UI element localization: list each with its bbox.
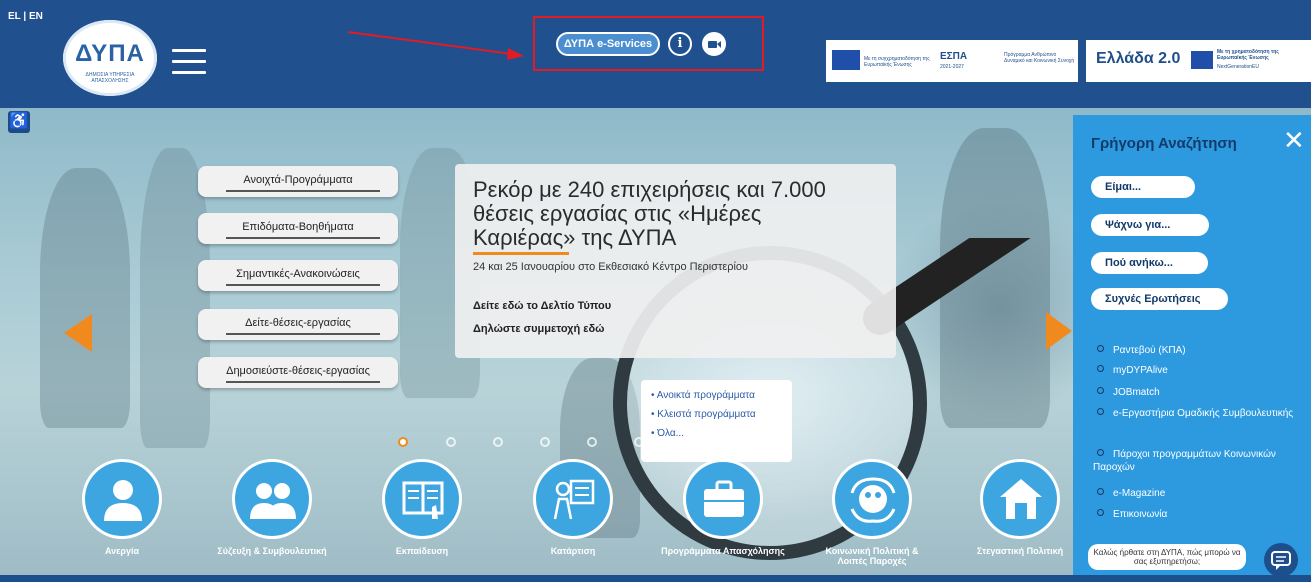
person-icon[interactable] xyxy=(82,459,162,539)
info-icon[interactable]: i xyxy=(668,32,692,56)
espa-sponsor-banner[interactable]: Με τη συγχρηματοδότηση της Ευρωπαϊκής Έν… xyxy=(826,40,1078,82)
where-i-belong-button[interactable]: Πού ανήκω... xyxy=(1091,252,1208,274)
menu-view-jobs[interactable]: Δείτε-θέσεις-εργασίας xyxy=(198,309,398,340)
house-icon[interactable] xyxy=(980,459,1060,539)
greece2-logo: Ελλάδα 2.0 xyxy=(1096,50,1181,67)
slider-prev-arrow-icon[interactable] xyxy=(64,314,94,354)
category-label[interactable]: Εκπαίδευση xyxy=(342,546,502,556)
news-title[interactable]: Ρεκόρ με 240 επιχειρήσεις και 7.000 θέσε… xyxy=(473,178,843,250)
quick-link[interactable]: e-Εργαστήρια Ομαδικής Συμβουλευτικής xyxy=(1093,407,1303,420)
news-subtitle: 24 και 25 Ιανουαρίου στο Εκθεσιακό Κέντρ… xyxy=(473,261,749,273)
slider-next-arrow-icon[interactable] xyxy=(1046,312,1074,352)
quick-search-panel: Γρήγορη Αναζήτηση ✕ Είμαι... Ψάχνω για..… xyxy=(1073,115,1311,575)
program-text: Πρόγραμμα Ανθρώπινο Δυναμικό και Κοινωνι… xyxy=(1004,52,1075,64)
press-release-link[interactable]: Δείτε εδώ το Δελτίο Τύπου xyxy=(473,300,611,312)
category-label[interactable]: Προγράμματα Απασχόλησης xyxy=(643,546,803,556)
espa-logo: ΕΣΠΑ xyxy=(940,51,968,62)
looking-for-button[interactable]: Ψάχνω για... xyxy=(1091,214,1209,236)
espa-years: 2021-2027 xyxy=(940,64,964,70)
chat-icon[interactable] xyxy=(1264,543,1298,577)
book-icon[interactable] xyxy=(382,459,462,539)
people-icon[interactable] xyxy=(232,459,312,539)
faq-button[interactable]: Συχνές Ερωτήσεις xyxy=(1091,288,1228,310)
quick-link[interactable]: myDYPAlive xyxy=(1097,364,1307,377)
news-card: Ρεκόρ με 240 επιχειρήσεις και 7.000 θέσε… xyxy=(455,164,896,358)
slider-dot[interactable] xyxy=(446,437,456,447)
family-hands-icon[interactable] xyxy=(832,459,912,539)
quick-link[interactable]: JOBmatch xyxy=(1097,386,1307,399)
slider-dot[interactable] xyxy=(493,437,503,447)
dropdown-open-programs[interactable]: • Ανοικτά προγράμματα xyxy=(651,390,755,401)
chat-bubble[interactable]: Καλώς ήρθατε στη ΔΥΠΑ, πώς μπορώ να σας … xyxy=(1088,544,1246,570)
i-am-button[interactable]: Είμαι... xyxy=(1091,176,1195,198)
slider-dot[interactable] xyxy=(634,437,644,447)
presentation-icon[interactable] xyxy=(533,459,613,539)
dropdown-closed-programs[interactable]: • Κλειστά προγράμματα xyxy=(651,409,756,420)
quick-link[interactable]: e-Magazine xyxy=(1097,487,1307,500)
programs-dropdown: • Ανοικτά προγράμματα • Κλειστά προγράμμ… xyxy=(641,380,792,462)
quick-link[interactable]: Ραντεβού (ΚΠΑ) xyxy=(1097,344,1307,357)
slider-dot[interactable] xyxy=(540,437,550,447)
menu-post-jobs[interactable]: Δημοσιεύστε-θέσεις-εργασίας xyxy=(198,357,398,388)
close-icon[interactable]: ✕ xyxy=(1283,127,1305,153)
category-label[interactable]: Κατάρτιση xyxy=(493,546,653,556)
video-camera-icon[interactable] xyxy=(702,32,726,56)
title-underline xyxy=(473,252,569,255)
dropdown-all[interactable]: • Όλα... xyxy=(651,428,684,439)
menu-benefits[interactable]: Επιδόματα-Βοηθήματα xyxy=(198,213,398,244)
slider-dot[interactable] xyxy=(587,437,597,447)
eu-flag-icon xyxy=(1191,51,1213,69)
register-link[interactable]: Δηλώστε συμμετοχή εδώ xyxy=(473,323,604,335)
eservices-button[interactable]: ΔΥΠΑ e-Services xyxy=(556,32,660,56)
greece2-sponsor-banner[interactable]: Ελλάδα 2.0 Με τη χρηματοδότηση της Ευρωπ… xyxy=(1086,40,1311,82)
briefcase-icon[interactable] xyxy=(683,459,763,539)
menu-open-programs[interactable]: Ανοιχτά-Προγράμματα xyxy=(198,166,398,197)
quick-link[interactable]: Πάροχοι προγραμμάτων Κοινωνικών Παροχών xyxy=(1093,448,1303,474)
quick-search-title: Γρήγορη Αναζήτηση xyxy=(1091,135,1237,152)
menu-announcements[interactable]: Σημαντικές-Ανακοινώσεις xyxy=(198,260,398,291)
eu-flag-icon xyxy=(832,50,860,70)
greece2-sub: NextGenerationEU xyxy=(1217,64,1259,70)
accessibility-icon[interactable]: ♿ xyxy=(8,111,30,133)
quick-link[interactable]: Επικοινωνία xyxy=(1097,508,1307,521)
category-label[interactable]: Ανεργία xyxy=(42,546,202,556)
slider-dot-active[interactable] xyxy=(398,437,408,447)
category-label[interactable]: Κοινωνική Πολιτική & Λοιπές Παροχές xyxy=(792,546,952,566)
category-label[interactable]: Σύζευξη & Συμβουλευτική xyxy=(192,546,352,556)
greece2-caption: Με τη χρηματοδότηση της Ευρωπαϊκής Ένωση… xyxy=(1217,49,1279,61)
espa-caption: Με τη συγχρηματοδότηση της Ευρωπαϊκής Έν… xyxy=(864,56,930,68)
